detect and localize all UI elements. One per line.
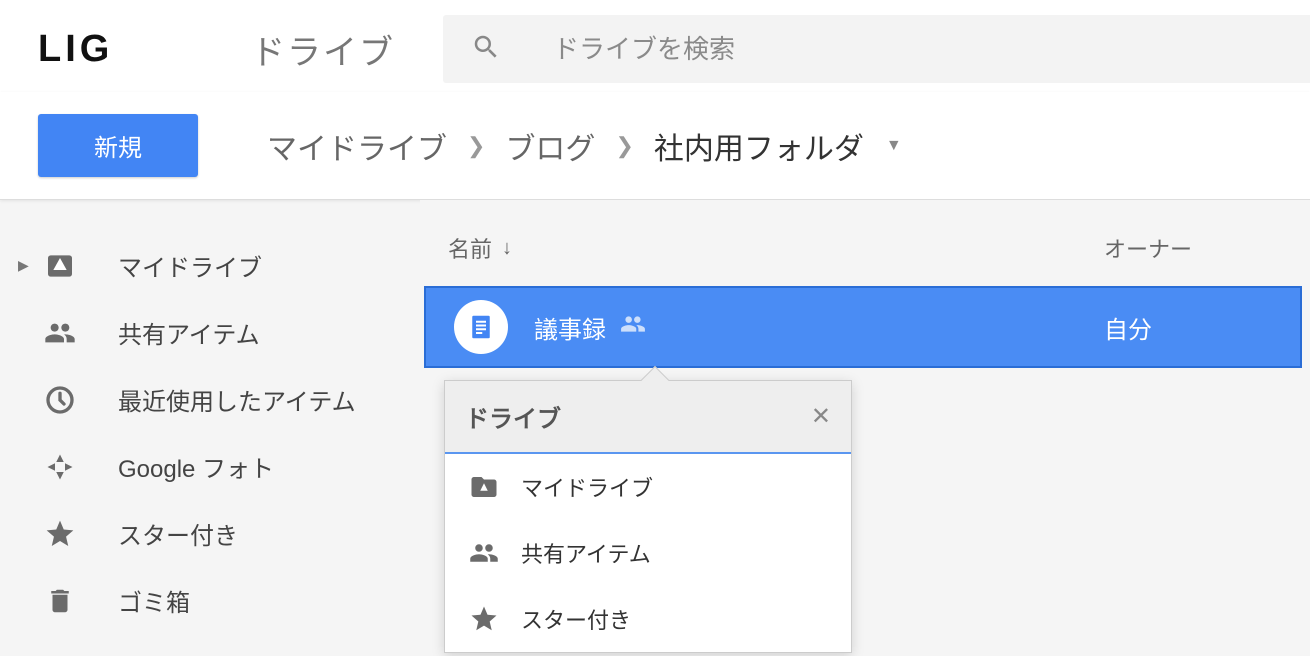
- search-bar[interactable]: [443, 15, 1310, 83]
- file-name-label: 議事録: [534, 310, 606, 345]
- file-list: 名前 ↓ オーナー 議事録 自分 ドライブ ✕: [420, 200, 1310, 656]
- popover-item-label: スター付き: [521, 603, 631, 635]
- sidebar-item-label: ゴミ箱: [118, 583, 190, 618]
- chevron-right-icon: ❯: [615, 133, 633, 159]
- breadcrumb: マイドライブ ❯ ブログ ❯ 社内用フォルダ ▼: [245, 124, 902, 168]
- crumb-mydrive[interactable]: マイドライブ: [267, 124, 447, 168]
- search-input[interactable]: [553, 34, 1282, 65]
- popover-item-label: マイドライブ: [521, 471, 653, 503]
- new-button[interactable]: 新規: [38, 114, 198, 177]
- column-name[interactable]: 名前 ↓: [448, 232, 512, 264]
- logo-wrap: LIG: [0, 28, 245, 71]
- sidebar-item-label: マイドライブ: [118, 248, 262, 283]
- top-bar: LIG ドライブ: [0, 0, 1310, 92]
- sidebar-item-label: 最近使用したアイテム: [118, 382, 356, 417]
- doc-icon: [454, 300, 508, 354]
- sidebar-item-shared[interactable]: 共有アイテム: [0, 299, 420, 366]
- sidebar-item-label: スター付き: [118, 516, 238, 551]
- sidebar-item-photos[interactable]: Google フォト: [0, 433, 420, 500]
- toolbar: 新規 マイドライブ ❯ ブログ ❯ 社内用フォルダ ▼: [0, 92, 1310, 200]
- expand-icon[interactable]: ▶: [18, 257, 34, 274]
- sidebar: ▶ マイドライブ 共有アイテム 最近使用したアイテム Google: [0, 200, 420, 656]
- people-icon: [469, 538, 499, 568]
- sidebar-item-mydrive[interactable]: ▶ マイドライブ: [0, 232, 420, 299]
- dropdown-caret-icon[interactable]: ▼: [886, 137, 902, 155]
- column-name-label: 名前: [448, 232, 492, 264]
- star-icon: [38, 518, 82, 550]
- trash-icon: [38, 586, 82, 616]
- crumb-current[interactable]: 社内用フォルダ: [654, 124, 864, 168]
- folder-drive-icon: [469, 472, 499, 502]
- sort-arrow-icon: ↓: [502, 237, 512, 260]
- file-owner: 自分: [1104, 310, 1300, 345]
- sidebar-item-label: Google フォト: [118, 449, 274, 484]
- sidebar-item-recent[interactable]: 最近使用したアイテム: [0, 366, 420, 433]
- star-icon: [469, 604, 499, 634]
- shared-icon: [620, 311, 646, 344]
- column-header-row: 名前 ↓ オーナー: [420, 200, 1310, 286]
- popover-title: ドライブ: [465, 399, 561, 434]
- popover-item-label: 共有アイテム: [521, 537, 651, 569]
- search-icon: [471, 32, 501, 67]
- people-icon: [38, 317, 82, 349]
- sidebar-item-trash[interactable]: ゴミ箱: [0, 567, 420, 634]
- crumb-blog[interactable]: ブログ: [505, 124, 595, 168]
- popover-item-shared[interactable]: 共有アイテム: [445, 520, 851, 586]
- sidebar-item-starred[interactable]: スター付き: [0, 500, 420, 567]
- chevron-right-icon: ❯: [467, 133, 485, 159]
- popover-item-starred[interactable]: スター付き: [445, 586, 851, 652]
- popover-item-mydrive[interactable]: マイドライブ: [445, 454, 851, 520]
- move-popover: ドライブ ✕ マイドライブ 共有アイテム スター付き: [444, 380, 852, 653]
- popover-header: ドライブ ✕: [445, 381, 851, 454]
- drive-icon: [38, 250, 82, 282]
- app-name[interactable]: ドライブ: [245, 25, 443, 74]
- photos-icon: [38, 452, 82, 482]
- file-row-selected[interactable]: 議事録 自分: [424, 286, 1302, 368]
- sidebar-item-label: 共有アイテム: [118, 315, 260, 350]
- logo: LIG: [38, 28, 113, 71]
- close-icon[interactable]: ✕: [811, 402, 831, 431]
- clock-icon: [38, 384, 82, 416]
- column-owner[interactable]: オーナー: [1104, 232, 1310, 264]
